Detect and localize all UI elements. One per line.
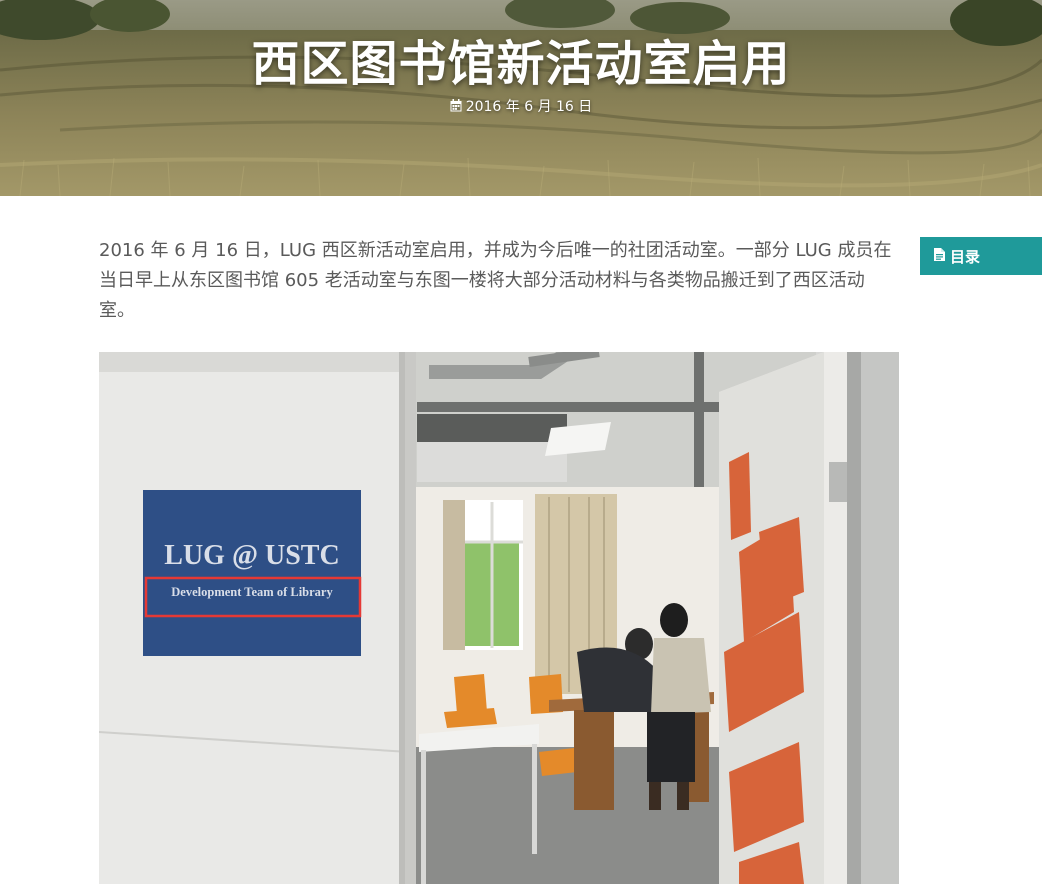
- toc-label: 目录: [950, 247, 981, 266]
- toc-button[interactable]: 目录: [920, 237, 1042, 275]
- calendar-icon: [450, 99, 462, 116]
- post-date: 2016 年 6 月 16 日: [0, 96, 1042, 116]
- sign-subtitle: Development Team of Library: [171, 585, 333, 599]
- post-date-text: 2016 年 6 月 16 日: [465, 99, 593, 115]
- article-intro: 2016 年 6 月 16 日，LUG 西区新活动室启用，并成为今后唯一的社团活…: [99, 240, 892, 321]
- lug-sign: [143, 490, 361, 656]
- article-photo: LUG @ USTC Development Team of Library: [99, 352, 899, 884]
- document-icon: [934, 247, 945, 265]
- page-title: 西区图书馆新活动室启用: [251, 36, 791, 92]
- sign-title: LUG @ USTC: [164, 540, 339, 571]
- activity-room-photo: LUG @ USTC Development Team of Library: [99, 352, 899, 884]
- header-banner: 西区图书馆新活动室启用 2016 年 6 月 16 日: [0, 0, 1042, 196]
